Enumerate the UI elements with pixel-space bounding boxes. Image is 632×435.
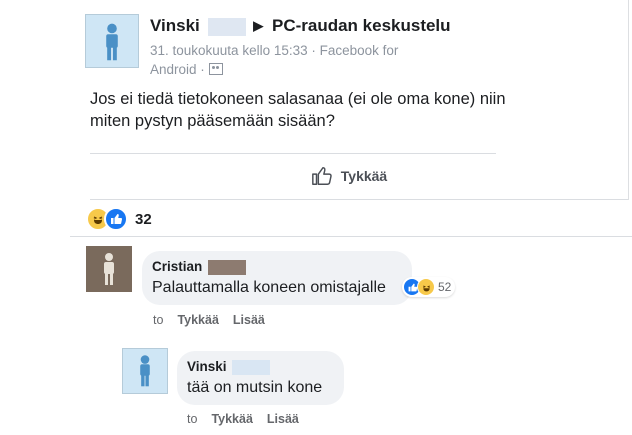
- divider: [90, 199, 628, 200]
- like-label: Tykkää: [340, 168, 388, 184]
- comment-author-line: Cristian: [152, 259, 247, 275]
- comment-reactions[interactable]: 52: [402, 277, 456, 297]
- comment-actions: to Tykkää Lisää: [153, 313, 265, 327]
- like-button[interactable]: Tykkää: [70, 160, 628, 192]
- redacted-surname: [232, 359, 271, 375]
- reply-time: to: [187, 412, 198, 426]
- comment-text: Palauttamalla koneen omistajalle: [152, 279, 386, 296]
- comment-time: to: [153, 313, 164, 327]
- post-meta: 31. toukokuuta kello 15:33 · Facebook fo…: [150, 41, 420, 79]
- comment-more-button[interactable]: Lisää: [233, 313, 265, 327]
- commenter-avatar[interactable]: [86, 246, 132, 292]
- like-emoji-icon: [104, 207, 128, 231]
- post-text: Jos ei tiedä tietokoneen salasanaa (ei o…: [90, 90, 506, 130]
- reaction-count: 32: [135, 210, 152, 228]
- divider: [90, 153, 496, 154]
- redacted-surname: [208, 259, 247, 275]
- post-header: Vinski ▶ PC-raudan keskustelu: [150, 16, 451, 36]
- haha-emoji-icon: [417, 278, 435, 296]
- reply-like-button[interactable]: Tykkää: [211, 412, 252, 426]
- comment-author[interactable]: Cristian: [152, 259, 202, 274]
- comment-reaction-count: 52: [438, 280, 452, 294]
- thumbs-up-icon: [311, 167, 332, 185]
- arrow-right-icon: ▶: [253, 18, 264, 33]
- comment-like-button[interactable]: Tykkää: [177, 313, 218, 327]
- author-name[interactable]: Vinski: [150, 16, 200, 35]
- reply-more-button[interactable]: Lisää: [267, 412, 299, 426]
- post-source: Android ·: [150, 62, 205, 77]
- person-icon: [104, 253, 114, 285]
- post-card: Vinski ▶ PC-raudan keskustelu 31. toukok…: [70, 0, 629, 200]
- post-timestamp[interactable]: 31. toukokuuta kello 15:33 · Facebook fo…: [150, 43, 398, 58]
- comment-bubble: Cristian Palauttamalla koneen omistajall…: [142, 251, 412, 305]
- audience-icon[interactable]: [208, 63, 223, 75]
- person-icon: [106, 23, 118, 61]
- reply-bubble: Vinski tää on mutsin kone: [177, 351, 344, 405]
- post-reactions[interactable]: 32: [86, 207, 152, 231]
- reply-author-line: Vinski: [187, 359, 271, 375]
- reply-text: tää on mutsin kone: [187, 379, 323, 396]
- reply-actions: to Tykkää Lisää: [187, 412, 299, 426]
- redacted-surname: [207, 17, 246, 36]
- divider: [70, 236, 632, 237]
- author-avatar[interactable]: [85, 14, 139, 68]
- group-name[interactable]: PC-raudan keskustelu: [272, 16, 451, 35]
- reply-author[interactable]: Vinski: [187, 359, 227, 374]
- reply-avatar[interactable]: [122, 348, 168, 394]
- person-icon: [140, 355, 150, 387]
